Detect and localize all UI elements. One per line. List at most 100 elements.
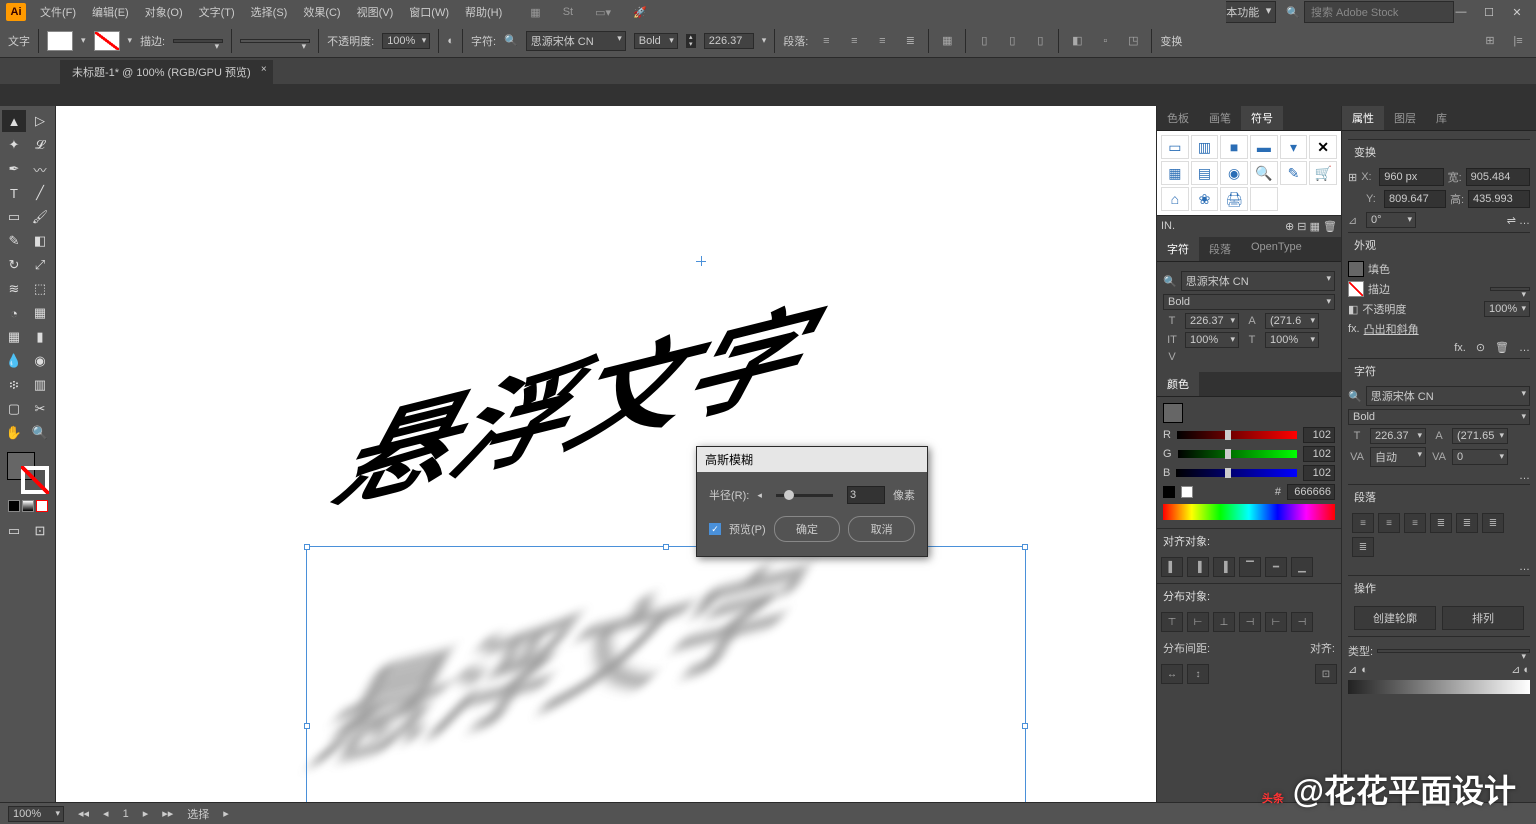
slider-g[interactable]	[1178, 450, 1297, 458]
para-btn[interactable]: ≡	[1378, 513, 1400, 533]
opacity-field[interactable]: 100%	[382, 33, 430, 49]
align-btn[interactable]: ▐	[1187, 557, 1209, 577]
menu-edit[interactable]: 编辑(E)	[86, 2, 135, 22]
nav-prev-icon[interactable]: ◂◂	[78, 807, 89, 820]
shaper-tool[interactable]: ✎	[2, 230, 26, 252]
prop-x[interactable]: 960 px	[1379, 168, 1443, 186]
color-mode-buttons[interactable]	[8, 500, 48, 512]
menu-select[interactable]: 选择(S)	[245, 2, 294, 22]
curvature-tool[interactable]: 〰	[28, 158, 52, 180]
tab-libraries[interactable]: 库	[1426, 106, 1457, 130]
grad-type[interactable]	[1377, 649, 1530, 653]
selection-bounds[interactable]	[306, 546, 1026, 802]
prop-y[interactable]: 809.647	[1384, 190, 1446, 208]
para-btn[interactable]: ≡	[1404, 513, 1426, 533]
close-button[interactable]: ✕	[1510, 5, 1524, 19]
minimize-button[interactable]: —	[1454, 5, 1468, 19]
para-btn[interactable]: ≣	[1430, 513, 1452, 533]
ref-point-icon[interactable]: ⊞	[1348, 171, 1357, 184]
justify-icon[interactable]: ≣	[900, 31, 920, 51]
align-btn[interactable]: ▌	[1161, 557, 1183, 577]
radius-slider[interactable]	[776, 494, 833, 497]
color-spectrum[interactable]	[1163, 504, 1335, 520]
create-outlines-button[interactable]: 创建轮廓	[1354, 606, 1436, 630]
transform-link[interactable]: 变换	[1160, 33, 1182, 49]
gradient-tool[interactable]: ▮	[28, 326, 52, 348]
menu-object[interactable]: 对象(O)	[139, 2, 189, 22]
direct-select-tool[interactable]: ▷	[28, 110, 52, 132]
align-btn[interactable]: ▔	[1239, 557, 1261, 577]
para-btn[interactable]: ≣	[1482, 513, 1504, 533]
align-obj2-icon[interactable]: ▯	[1002, 31, 1022, 51]
prop-angle[interactable]: 0°	[1366, 212, 1416, 228]
opacity-val[interactable]: 100%	[1484, 301, 1530, 317]
align-center-icon[interactable]: ≡	[844, 31, 864, 51]
pen-tool[interactable]: ✒	[2, 158, 26, 180]
dist-btn[interactable]: ⊣	[1291, 612, 1313, 632]
bridge-icon[interactable]: ▦	[524, 4, 546, 21]
eyedropper-tool[interactable]: 💧	[2, 350, 26, 372]
menu-type[interactable]: 文字(T)	[193, 2, 241, 22]
stock-icon[interactable]: St	[557, 4, 579, 21]
blend-tool[interactable]: ◉	[28, 350, 52, 372]
effect-name[interactable]: 凸出和斜角	[1364, 321, 1419, 337]
p2-size[interactable]: 226.37	[1370, 428, 1426, 444]
p2-kern[interactable]: 0	[1452, 449, 1508, 465]
tab-close-icon[interactable]: ×	[261, 64, 267, 75]
stroke-swatch[interactable]	[94, 31, 120, 51]
value-b[interactable]: 102	[1303, 465, 1335, 481]
value-g[interactable]: 102	[1303, 446, 1335, 462]
document-tab[interactable]: 未标题-1* @ 100% (RGB/GPU 预览) ×	[60, 60, 273, 84]
line-tool[interactable]: ╱	[28, 182, 52, 204]
perspective-tool[interactable]: ▦	[28, 302, 52, 324]
make-envelope-icon[interactable]: ▦	[937, 31, 957, 51]
alignto-btn[interactable]: ⊡	[1315, 664, 1337, 684]
char-vscale[interactable]: 100%	[1185, 332, 1239, 348]
dist-btn[interactable]: ⊥	[1213, 612, 1235, 632]
artboard-tool[interactable]: ▢	[2, 398, 26, 420]
dist-btn[interactable]: ⊣	[1239, 612, 1261, 632]
lasso-tool[interactable]: 𝓛	[28, 134, 52, 156]
dist-btn[interactable]: ⊤	[1161, 612, 1183, 632]
space-btn[interactable]: ↔	[1161, 664, 1183, 684]
menu-window[interactable]: 窗口(W)	[403, 2, 455, 22]
align-btn[interactable]: ━	[1265, 557, 1287, 577]
eraser-tool[interactable]: ◧	[28, 230, 52, 252]
selection-tool[interactable]: ▲	[2, 110, 26, 132]
prop-h[interactable]: 435.993	[1468, 190, 1530, 208]
tab-symbols[interactable]: 符号	[1241, 106, 1283, 130]
rect-tool[interactable]: ▭	[2, 206, 26, 228]
align-btn[interactable]: ▐	[1213, 557, 1235, 577]
gpu-icon[interactable]: 🚀	[627, 4, 653, 21]
para-btn[interactable]: ≣	[1352, 537, 1374, 557]
align-obj-icon[interactable]: ▯	[974, 31, 994, 51]
rotate-tool[interactable]: ↻	[2, 254, 26, 276]
tab-layers[interactable]: 图层	[1384, 106, 1426, 130]
menu-file[interactable]: 文件(F)	[34, 2, 82, 22]
radius-input[interactable]	[847, 486, 885, 504]
tab-properties[interactable]: 属性	[1342, 106, 1384, 130]
stroke-color[interactable]	[1348, 281, 1364, 297]
graph-tool[interactable]: ▥	[28, 374, 52, 396]
value-hex[interactable]: 666666	[1287, 484, 1335, 500]
fill-stroke-swatch[interactable]	[7, 452, 49, 494]
tab-brushes[interactable]: 画笔	[1199, 106, 1241, 130]
brush-dd[interactable]	[240, 39, 310, 43]
cancel-button[interactable]: 取消	[848, 516, 915, 542]
tab-color[interactable]: 颜色	[1157, 372, 1199, 396]
fill-swatch[interactable]	[47, 31, 73, 51]
font-family[interactable]: 思源宋体 CN	[526, 31, 626, 51]
shape-builder-tool[interactable]: ◔	[2, 302, 26, 324]
slice-tool[interactable]: ✂	[28, 398, 52, 420]
align-left-icon[interactable]: ≡	[816, 31, 836, 51]
align-obj3-icon[interactable]: ▯	[1030, 31, 1050, 51]
stroke-w[interactable]	[1490, 287, 1530, 291]
symbol-sprayer-tool[interactable]: ፨	[2, 374, 26, 396]
edit-icon[interactable]: ▫	[1095, 31, 1115, 51]
screen-mode[interactable]: ▭	[2, 520, 26, 542]
zoom-level[interactable]: 100%	[8, 806, 64, 822]
maximize-button[interactable]: ☐	[1482, 5, 1496, 19]
type-tool[interactable]: T	[2, 182, 26, 204]
free-transform-tool[interactable]: ⬚	[28, 278, 52, 300]
arrange-icon[interactable]: ▭▾	[589, 4, 617, 21]
